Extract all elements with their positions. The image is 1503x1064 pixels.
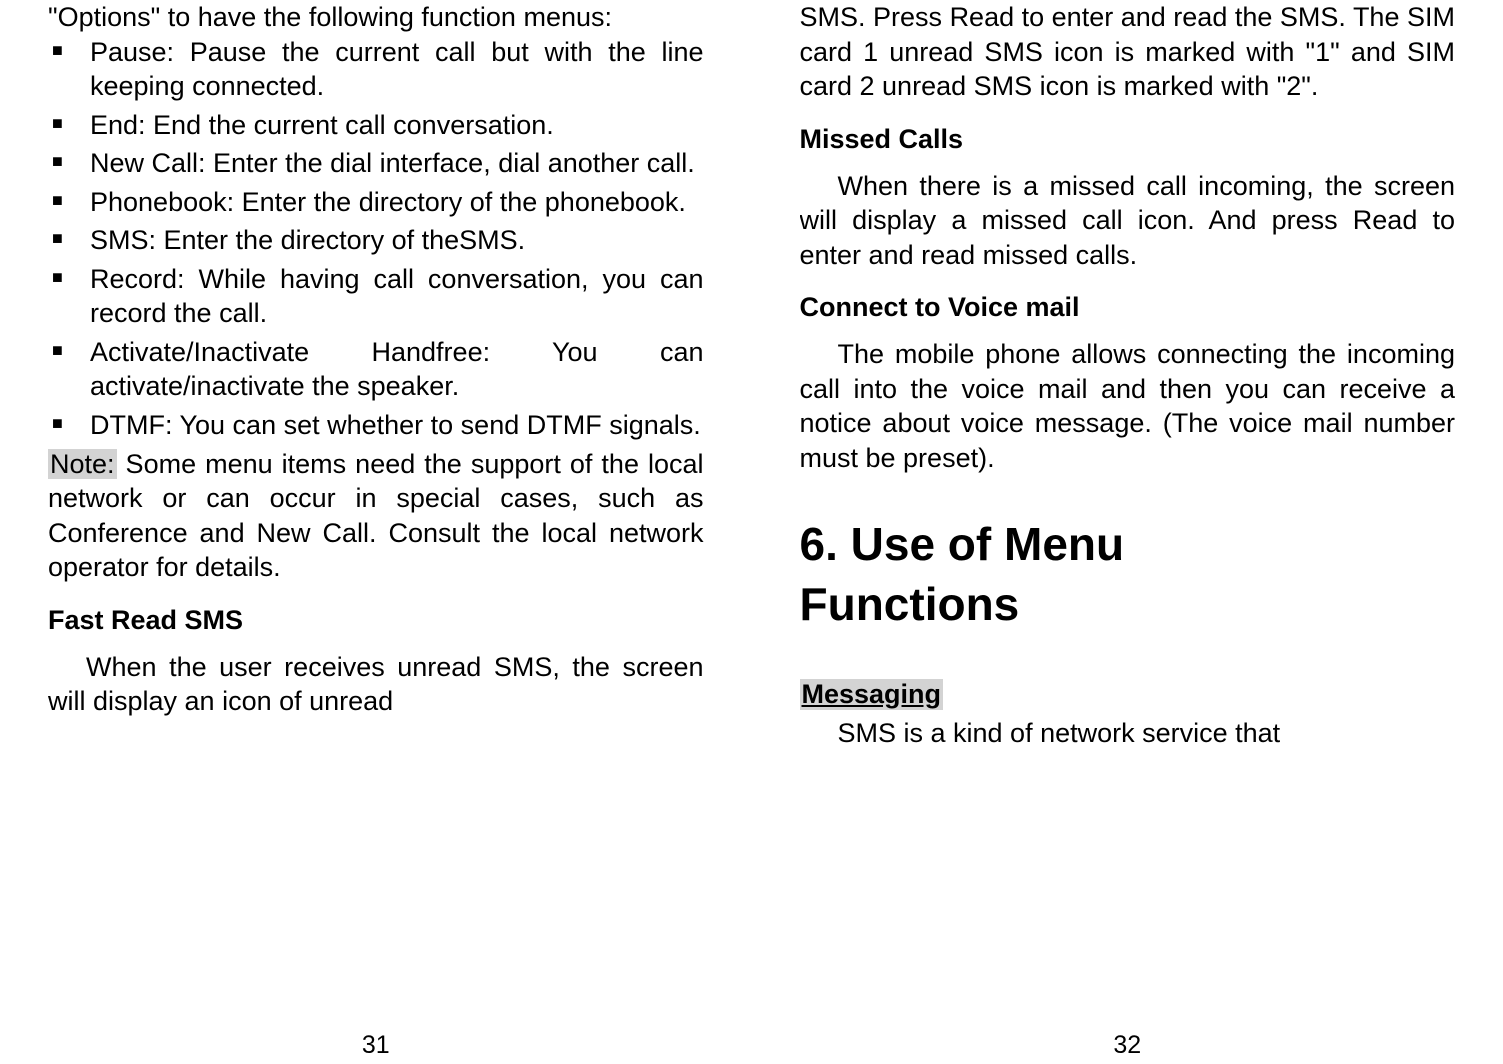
options-intro: "Options" to have the following function…: [48, 0, 704, 35]
voicemail-heading: Connect to Voice mail: [800, 292, 1456, 323]
bullet-pause: Pause: Pause the current call but with t…: [90, 35, 704, 104]
left-page-body: "Options" to have the following function…: [48, 0, 704, 1023]
page-spread: "Options" to have the following function…: [0, 0, 1503, 1064]
note-label: Note:: [48, 449, 117, 479]
fast-read-heading: Fast Read SMS: [48, 605, 704, 636]
missed-calls-body: When there is a missed call incoming, th…: [800, 169, 1456, 273]
chapter-heading-line1: 6. Use of Menu: [800, 515, 1456, 575]
bullet-dtmf: DTMF: You can set whether to send DTMF s…: [90, 408, 704, 443]
right-page-number: 32: [800, 1023, 1456, 1064]
bullet-record: Record: While having call conversation, …: [90, 262, 704, 331]
right-page-body: SMS. Press Read to enter and read the SM…: [800, 0, 1456, 1023]
note-paragraph: Note: Some menu items need the support o…: [48, 447, 704, 585]
left-page: "Options" to have the following function…: [0, 0, 752, 1064]
chapter-heading-line2: Functions: [800, 575, 1456, 635]
bullet-sms: SMS: Enter the directory of theSMS.: [90, 223, 704, 258]
right-page: SMS. Press Read to enter and read the SM…: [752, 0, 1503, 1064]
bullet-handfree: Activate/Inactivate Handfree: You can ac…: [90, 335, 704, 404]
bullet-end: End: End the current call conversation.: [90, 108, 704, 143]
bullet-phonebook: Phonebook: Enter the directory of the ph…: [90, 185, 704, 220]
missed-calls-heading: Missed Calls: [800, 124, 1456, 155]
options-bullets: Pause: Pause the current call but with t…: [48, 35, 704, 443]
fast-read-body: When the user receives unread SMS, the s…: [48, 650, 704, 719]
chapter-heading: 6. Use of Menu Functions: [800, 515, 1456, 635]
sms-continuation: SMS. Press Read to enter and read the SM…: [800, 0, 1456, 104]
note-body: Some menu items need the support of the …: [48, 449, 704, 583]
bullet-new-call: New Call: Enter the dial interface, dial…: [90, 146, 704, 181]
left-page-number: 31: [48, 1023, 704, 1064]
voicemail-body: The mobile phone allows connecting the i…: [800, 337, 1456, 475]
messaging-body: SMS is a kind of network service that: [800, 716, 1456, 751]
messaging-heading: Messaging: [800, 679, 944, 710]
